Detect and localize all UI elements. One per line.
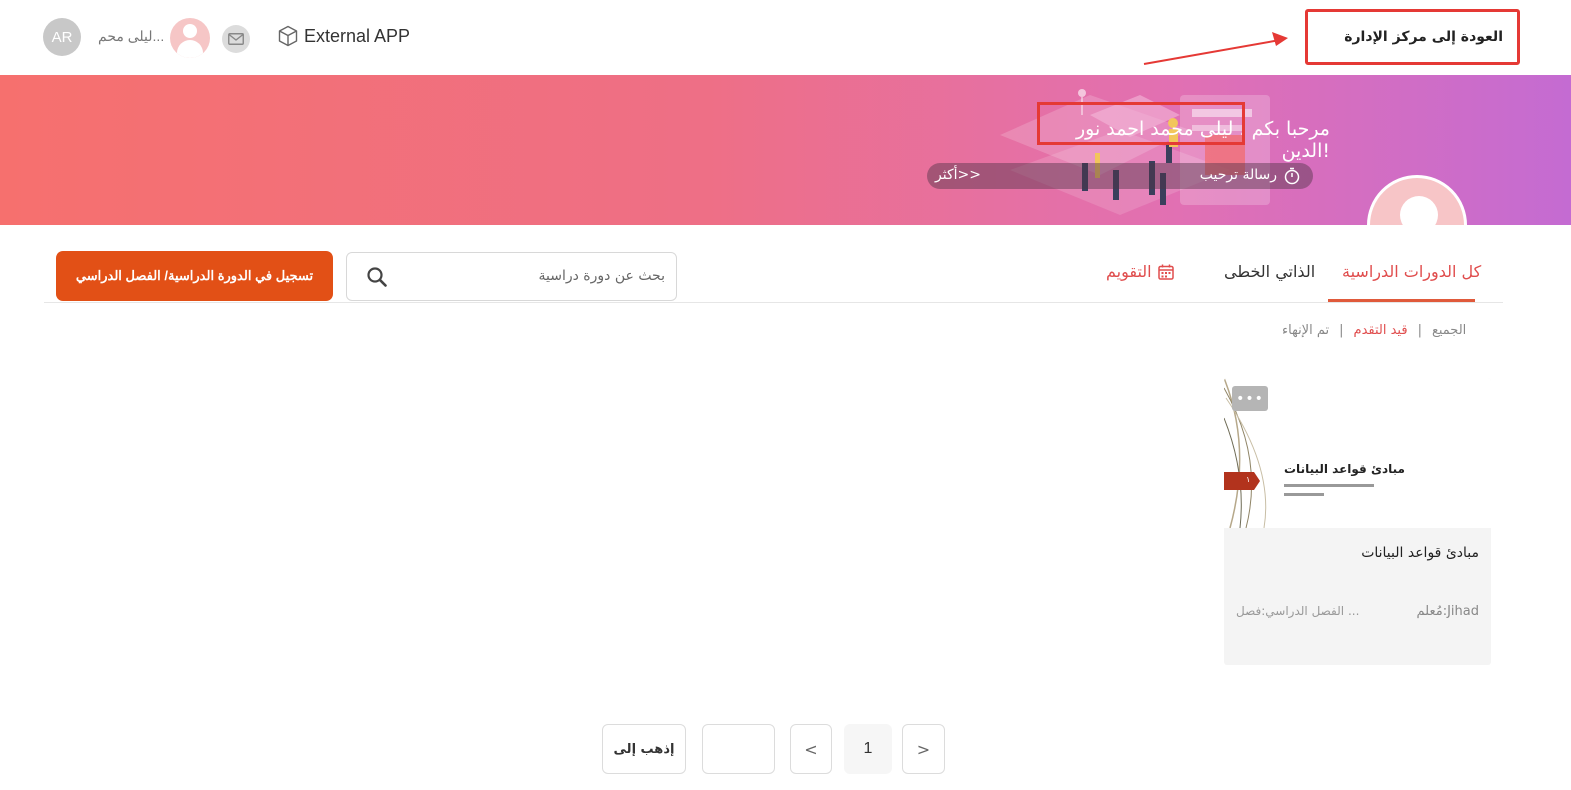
thumbnail-subtitle-line xyxy=(1284,492,1324,499)
active-tab-indicator xyxy=(1328,299,1475,302)
user-avatar[interactable] xyxy=(170,18,210,58)
search-icon[interactable] xyxy=(367,267,387,287)
register-course-button[interactable]: تسجيل في الدورة الدراسية/ الفصل الدراسي xyxy=(56,251,333,301)
external-app-label: External APP xyxy=(304,25,411,46)
top-bar: AR ليلى محم... External APP العودة إلى م… xyxy=(0,0,1571,75)
calendar-icon xyxy=(1157,264,1174,280)
course-teacher: مُعلم:Jihad xyxy=(1416,604,1480,619)
annotation-arrow xyxy=(1143,32,1288,65)
page-number-current[interactable]: 1 xyxy=(844,724,892,774)
filter-in-progress[interactable]: قيد التقدم xyxy=(1354,323,1408,338)
tab-calendar[interactable]: التقويم xyxy=(1106,262,1174,281)
course-search xyxy=(346,252,677,301)
tab-all-courses[interactable]: كل الدورات الدراسية xyxy=(1342,262,1481,281)
course-semester: الفصل الدراسي:فصل ... xyxy=(1236,604,1360,618)
filter-separator: | xyxy=(1339,323,1344,338)
filter-all[interactable]: الجميع xyxy=(1432,323,1466,338)
thumbnail-subtitle-line xyxy=(1284,483,1374,490)
back-to-admin-button[interactable]: العودة إلى مركز الإدارة xyxy=(1305,9,1520,65)
mail-icon xyxy=(228,33,244,45)
external-app-link[interactable]: External APP xyxy=(278,25,410,47)
welcome-message-label: رسالة ترحيب xyxy=(1199,167,1277,183)
thumbnail-title: مبادئ قواعد البيانات xyxy=(1284,462,1405,476)
search-input[interactable] xyxy=(397,261,665,291)
status-filters: الجميع | قيد التقدم | تم الإنهاء xyxy=(1282,323,1466,338)
language-avatar[interactable]: AR xyxy=(43,18,81,56)
course-card[interactable]: ١ مبادئ قواعد البيانات ••• مبادئ قواعد ا… xyxy=(1224,378,1491,665)
timer-icon xyxy=(1283,167,1301,189)
course-thumbnail[interactable]: ١ مبادئ قواعد البيانات ••• xyxy=(1224,378,1491,528)
filter-separator: | xyxy=(1417,323,1422,338)
cube-icon xyxy=(278,25,298,47)
page-number-input[interactable] xyxy=(702,724,775,774)
go-to-page-button[interactable]: إذهب إلى xyxy=(602,724,686,774)
welcome-banner xyxy=(0,75,1571,225)
user-name[interactable]: ليلى محم... xyxy=(98,28,164,45)
previous-page-button[interactable]: < xyxy=(790,724,832,774)
course-more-button[interactable]: ••• xyxy=(1232,386,1268,411)
thumbnail-badge: ١ xyxy=(1246,475,1251,484)
tab-self-paced[interactable]: الذاتي الخطى xyxy=(1224,262,1315,281)
filter-completed[interactable]: تم الإنهاء xyxy=(1282,323,1329,338)
course-name[interactable]: مبادئ قواعد البيانات xyxy=(1361,545,1479,561)
more-link[interactable]: أكثر>> xyxy=(935,167,981,183)
next-page-button[interactable]: > xyxy=(902,724,945,774)
annotation-highlight-box xyxy=(1037,102,1245,145)
profile-avatar[interactable] xyxy=(1367,175,1467,225)
tab-calendar-label: التقويم xyxy=(1106,262,1152,281)
welcome-message-bar[interactable]: أكثر>> رسالة ترحيب xyxy=(927,163,1313,189)
mail-button[interactable] xyxy=(222,25,250,53)
